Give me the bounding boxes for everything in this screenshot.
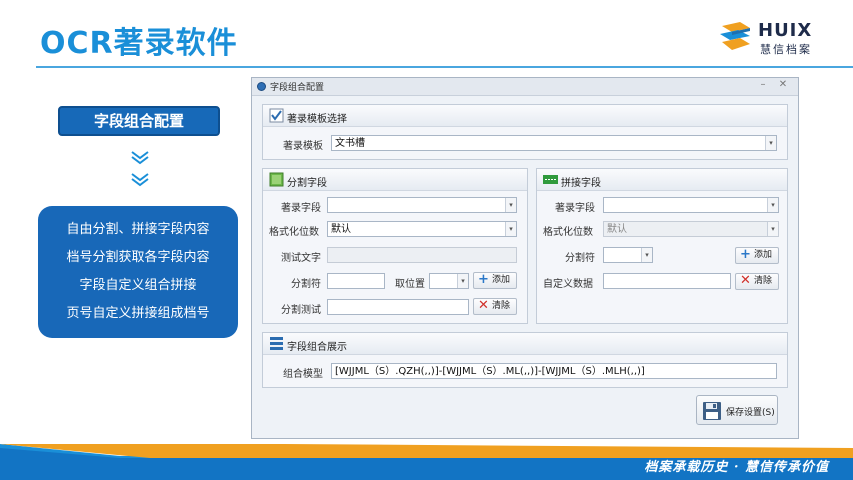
join-format-value: 默认 [607,224,627,235]
template-panel-title: 著录模板选择 [287,114,347,125]
split-field-select[interactable]: ▾ [327,197,517,213]
feature-item: 字段自定义组合拼接 [79,278,197,293]
join-panel-header: 拼接字段 [537,169,787,191]
minimize-button[interactable]: – [756,79,770,90]
template-select-value: 文书槽 [335,138,365,149]
position-label: 取位置 [395,279,425,290]
feature-item: 页号自定义拼接组成档号 [66,306,210,321]
join-icon [543,175,558,184]
template-select-panel: 著录模板选择 著录模板 文书槽 ▾ [262,104,788,160]
chevron-down-icon[interactable]: ▾ [641,248,652,262]
slide: OCR著录软件 HUIX 慧信档案 字段组合配置 自由分割、拼接字段内容 档号分… [0,0,853,480]
floppy-disk-icon [703,402,721,420]
custom-data-label: 自定义数据 [543,279,593,290]
split-test-label: 分割测试 [281,305,321,316]
split-format-select[interactable]: 默认 ▾ [327,221,517,237]
chevron-down-icon[interactable]: ▾ [457,274,468,288]
huix-logo: HUIX 慧信档案 [718,18,838,58]
combo-model-input[interactable]: [WJJML（S）.QZH(,,)]-[WJJML（S）.ML(,,)]-[WJ… [331,363,777,379]
split-format-label: 格式化位数 [269,227,319,238]
chevron-down-icon[interactable]: ▾ [505,222,516,236]
logo-mark-icon [720,22,750,50]
template-select[interactable]: 文书槽 ▾ [331,135,777,151]
split-test-input[interactable] [327,299,469,315]
field-combo-config-dialog: 字段组合配置 – ✕ 著录模板选择 著录模板 文书槽 ▾ 分割字段 著录字段 ▾… [251,77,799,439]
logo-text-en: HUIX [758,20,813,41]
test-text-input[interactable] [327,247,517,263]
feature-item: 自由分割、拼接字段内容 [66,222,210,237]
custom-data-input[interactable] [603,273,731,289]
join-field-select[interactable]: ▾ [603,197,779,213]
test-text-label: 测试文字 [281,253,321,264]
clear-x-icon: ✕ [478,298,489,313]
split-add-button[interactable]: + 添加 [473,272,517,289]
chevron-down-icon[interactable]: ▾ [765,136,776,150]
feature-item: 档号分割获取各字段内容 [66,250,210,265]
checkbox-checked-icon[interactable] [269,108,284,123]
dialog-titlebar[interactable]: 字段组合配置 – ✕ [252,78,798,96]
join-field-panel: 拼接字段 著录字段 ▾ 格式化位数 默认 ▾ 分割符 ▾ + 添加 自定义数据 [536,168,788,324]
title-divider [36,66,853,68]
split-panel-title: 分割字段 [287,178,327,189]
split-add-label: 添加 [492,275,511,285]
split-icon [269,172,284,187]
combo-display-panel: 字段组合展示 组合模型 [WJJML（S）.QZH(,,)]-[WJJML（S）… [262,332,788,388]
join-clear-button[interactable]: ✕ 清除 [735,273,779,290]
save-settings-label: 保存设置(S) [726,408,775,418]
join-panel-title: 拼接字段 [561,178,601,189]
feature-list-box: 自由分割、拼接字段内容 档号分割获取各字段内容 字段自定义组合拼接 页号自定义拼… [38,206,238,338]
footer-slogan: 档案承载历史 · 慧信传承价值 [644,460,829,475]
logo-text-cn: 慧信档案 [760,43,812,56]
chevron-down-icon[interactable]: ▾ [767,198,778,212]
plus-icon: + [478,272,489,287]
clear-x-icon: ✕ [740,273,751,288]
double-chevron-down-icon [131,151,149,187]
join-add-label: 添加 [754,250,773,260]
chevron-down-icon[interactable]: ▾ [767,222,778,236]
split-panel-header: 分割字段 [263,169,527,191]
template-label: 著录模板 [283,141,323,152]
position-select[interactable]: ▾ [429,273,469,289]
combo-panel-header: 字段组合展示 [263,333,787,355]
save-settings-button[interactable]: 保存设置(S) [696,395,778,425]
join-add-button[interactable]: + 添加 [735,247,779,264]
join-format-select[interactable]: 默认 ▾ [603,221,779,237]
plus-icon: + [740,247,751,262]
split-clear-label: 清除 [492,301,511,311]
close-button[interactable]: ✕ [776,79,790,90]
app-icon [257,82,266,91]
join-clear-label: 清除 [754,276,773,286]
split-field-panel: 分割字段 著录字段 ▾ 格式化位数 默认 ▾ 测试文字 分割符 取位置 ▾ + [262,168,528,324]
split-separator-label: 分割符 [291,279,321,290]
join-separator-select[interactable]: ▾ [603,247,653,263]
join-field-label: 著录字段 [555,203,595,214]
split-format-value: 默认 [331,224,351,235]
dialog-title: 字段组合配置 [270,83,325,93]
list-icon [270,337,283,350]
join-format-label: 格式化位数 [543,227,593,238]
split-separator-input[interactable] [327,273,385,289]
split-clear-button[interactable]: ✕ 清除 [473,298,517,315]
combo-panel-title: 字段组合展示 [287,342,347,353]
chevron-down-icon[interactable]: ▾ [505,198,516,212]
join-separator-label: 分割符 [565,253,595,264]
template-panel-header: 著录模板选择 [263,105,787,127]
section-label: 字段组合配置 [58,106,220,136]
combo-model-label: 组合模型 [283,369,323,380]
slide-title: OCR著录软件 [40,26,238,61]
split-field-label: 著录字段 [281,203,321,214]
